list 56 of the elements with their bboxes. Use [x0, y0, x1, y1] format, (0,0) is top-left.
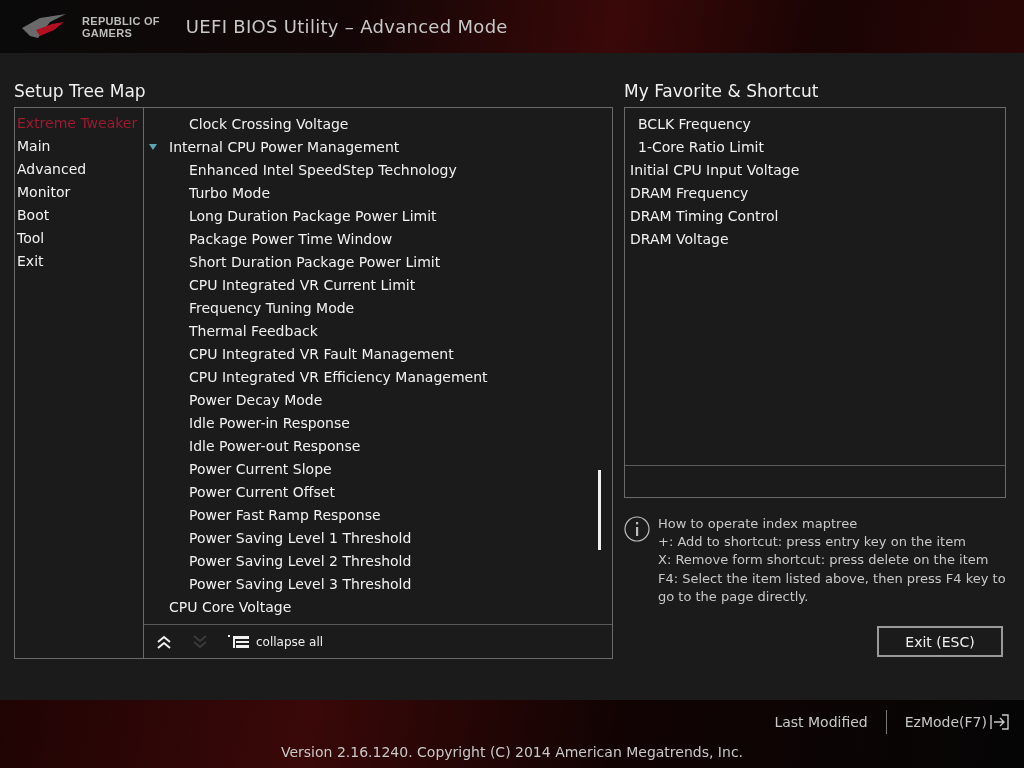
exit-arrow-icon [990, 714, 1010, 730]
tree-item[interactable]: Power Saving Level 2 Threshold [189, 552, 412, 569]
last-modified-link[interactable]: Last Modified [774, 714, 868, 730]
tree-item[interactable]: Turbo Mode [189, 184, 271, 201]
menu-item[interactable]: Main [15, 135, 143, 158]
section-title: Setup Tree Map [14, 80, 147, 103]
ez-mode-link[interactable]: EzMode(F7) [904, 714, 1010, 730]
menu-item[interactable]: Advanced [15, 158, 143, 181]
tree-item[interactable]: Idle Power-out Response [189, 437, 361, 454]
tree-item[interactable]: Enhanced Intel SpeedStep Technology [189, 161, 457, 178]
menu-item[interactable]: Exit [15, 250, 143, 273]
info-icon [624, 516, 650, 542]
tree-item[interactable]: Power Fast Ramp Response [189, 506, 381, 523]
collapse-tree-icon [228, 634, 250, 649]
brand-text: GAMERS [82, 26, 134, 39]
collapse-all-button[interactable]: collapse all [228, 634, 324, 649]
window-title: UEFI BIOS Utility – Advanced Mode [185, 16, 508, 37]
tree-item[interactable]: Power Saving Level 1 Threshold [189, 529, 412, 546]
favorite-item[interactable]: DRAM Voltage [630, 230, 729, 247]
tree-item[interactable]: Thermal Feedback [189, 322, 318, 339]
version-text: Version 2.16.1240. Copyright (C) 2014 American Megatrends, Inc. [279, 744, 745, 760]
tree-item[interactable]: Idle Power-in Response [189, 414, 350, 431]
favorite-item[interactable]: DRAM Timing Control [630, 207, 779, 224]
tree-item[interactable]: Short Duration Package Power Limit [189, 253, 441, 270]
menu-item[interactable]: Boot [15, 204, 143, 227]
help-text: +: Add to shortcut: press entry key on the item [658, 533, 967, 552]
tree-item[interactable]: CPU Integrated VR Fault Management [189, 345, 454, 362]
expand-up-icon [156, 634, 172, 649]
tree-item[interactable]: Frequency Tuning Mode [189, 299, 355, 316]
tree-item[interactable]: Power Decay Mode [189, 391, 323, 408]
help-text: How to operate index maptree [658, 515, 859, 533]
favorite-item[interactable]: Initial CPU Input Voltage [630, 161, 800, 178]
expand-triangle-icon[interactable] [148, 141, 158, 152]
menu-item[interactable]: Monitor [15, 181, 143, 204]
tree-item[interactable]: CPU Integrated VR Current Limit [189, 276, 416, 293]
tree-item[interactable]: CPU Core Voltage [169, 598, 292, 615]
favorite-item[interactable]: DRAM Frequency [630, 184, 749, 201]
tree-item[interactable]: CPU Integrated VR Efficiency Management [189, 368, 488, 385]
expand-up-button[interactable] [156, 634, 172, 649]
favorite-item[interactable]: BCLK Frequency [638, 115, 751, 132]
exit-button[interactable]: Exit (ESC) [877, 626, 1003, 657]
tree-item[interactable]: Power Current Slope [189, 460, 332, 477]
tree-item[interactable]: Power Current Offset [189, 483, 335, 500]
help-text: F4: Select the item listed above, then press F4 key to go to the page directly. [658, 569, 1006, 606]
favorite-item[interactable]: 1-Core Ratio Limit [638, 138, 764, 155]
section-title: My Favorite & Shortcut [624, 80, 820, 103]
tree-item[interactable]: Internal CPU Power Management [169, 138, 400, 155]
tree-item[interactable]: Clock Crossing Voltage [189, 115, 349, 132]
expand-down-icon [192, 634, 208, 649]
menu-item[interactable]: Tool [15, 227, 143, 250]
help-text: X: Remove form shortcut: press delete on the item [658, 551, 990, 570]
tree-item[interactable]: Power Saving Level 3 Threshold [189, 575, 412, 592]
tree-item[interactable]: Long Duration Package Power Limit [189, 207, 437, 224]
tree-item[interactable]: Package Power Time Window [189, 230, 393, 247]
brand-text: REPUBLIC OF [82, 14, 160, 27]
scrollbar-thumb[interactable] [598, 470, 601, 550]
